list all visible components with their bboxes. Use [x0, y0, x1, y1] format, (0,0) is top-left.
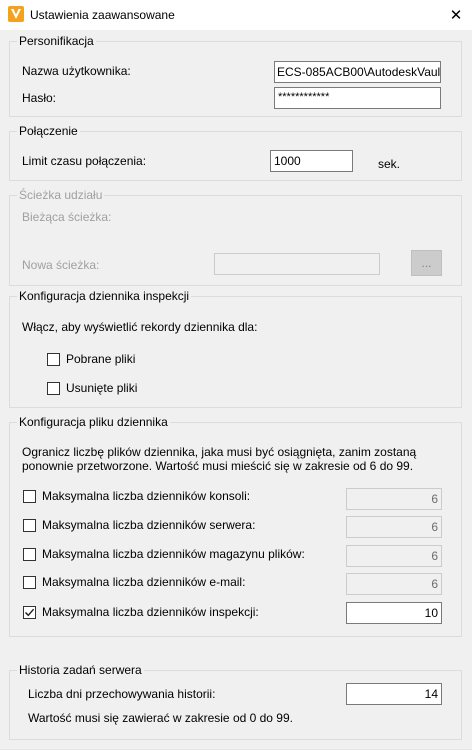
inspection-log-description: Włącz, aby wyświetlić rekordy dziennika … [22, 320, 258, 334]
downloaded-files-label: Pobrane pliki [66, 352, 136, 366]
title-bar: Ustawienia zaawansowane ✕ [0, 0, 472, 30]
job-history-group [9, 670, 462, 740]
current-path-label: Bieżąca ścieżka: [22, 210, 112, 224]
server-logs-checkbox[interactable] [23, 519, 36, 532]
new-path-label: Nowa ścieżka: [22, 258, 100, 272]
server-logs-field[interactable]: 6 [346, 516, 442, 538]
email-logs-checkbox[interactable] [23, 576, 36, 589]
username-field[interactable]: ECS-085ACB00\AutodeskVault [274, 61, 441, 83]
inspection-logs-checkbox[interactable] [23, 606, 36, 619]
console-logs-label: Maksymalna liczba dzienników konsoli: [42, 489, 251, 503]
history-range-note: Wartość musi się zawierać w zakresie od … [28, 711, 293, 725]
inspection-log-legend: Konfiguracja dziennika inspekcji [17, 289, 192, 303]
downloaded-files-checkbox[interactable] [47, 353, 60, 366]
email-logs-label: Maksymalna liczba dzienników e-mail: [42, 575, 246, 589]
console-logs-checkbox[interactable] [23, 490, 36, 503]
log-file-description-line2: ponownie przetworzone. Wartość musi mieś… [22, 459, 414, 473]
personalization-legend: Personifikacja [17, 34, 96, 48]
new-path-field[interactable] [214, 253, 380, 275]
deleted-files-checkbox[interactable] [47, 382, 60, 395]
timeout-unit: sek. [378, 157, 401, 171]
history-days-field[interactable]: 14 [346, 683, 442, 705]
filestore-logs-checkbox[interactable] [23, 548, 36, 561]
email-logs-field[interactable]: 6 [346, 573, 442, 595]
inspection-logs-label: Maksymalna liczba dzienników inspekcji: [42, 605, 259, 619]
timeout-field[interactable]: 1000 [270, 150, 353, 172]
filestore-logs-label: Maksymalna liczba dzienników magazynu pl… [42, 547, 305, 561]
log-file-description-line1: Ogranicz liczbę plików dziennika, jaka m… [22, 445, 417, 459]
log-file-legend: Konfiguracja pliku dziennika [17, 415, 170, 429]
window-title: Ustawienia zaawansowane [30, 8, 175, 22]
password-field[interactable]: ************ [274, 87, 441, 109]
filestore-logs-field[interactable]: 6 [346, 545, 442, 567]
password-label: Hasło: [22, 91, 57, 105]
connection-legend: Połączenie [17, 124, 80, 138]
close-icon: ✕ [449, 7, 463, 24]
console-logs-field[interactable]: 6 [346, 488, 442, 510]
username-label: Nazwa użytkownika: [22, 64, 131, 78]
share-path-legend: Ścieżka udziału [17, 188, 105, 202]
checkmark-icon [25, 608, 35, 617]
browse-button[interactable]: ... [411, 250, 442, 276]
history-days-label: Liczba dni przechowywania historii: [28, 687, 216, 701]
timeout-label: Limit czasu połączenia: [22, 154, 147, 168]
job-history-legend: Historia zadań serwera [17, 663, 144, 677]
deleted-files-label: Usunięte pliki [66, 381, 138, 395]
close-button[interactable]: ✕ [440, 0, 472, 30]
autodesk-vault-logo-icon [8, 6, 24, 22]
inspection-logs-field[interactable]: 10 [346, 602, 442, 624]
server-logs-label: Maksymalna liczba dzienników serwera: [42, 518, 256, 532]
